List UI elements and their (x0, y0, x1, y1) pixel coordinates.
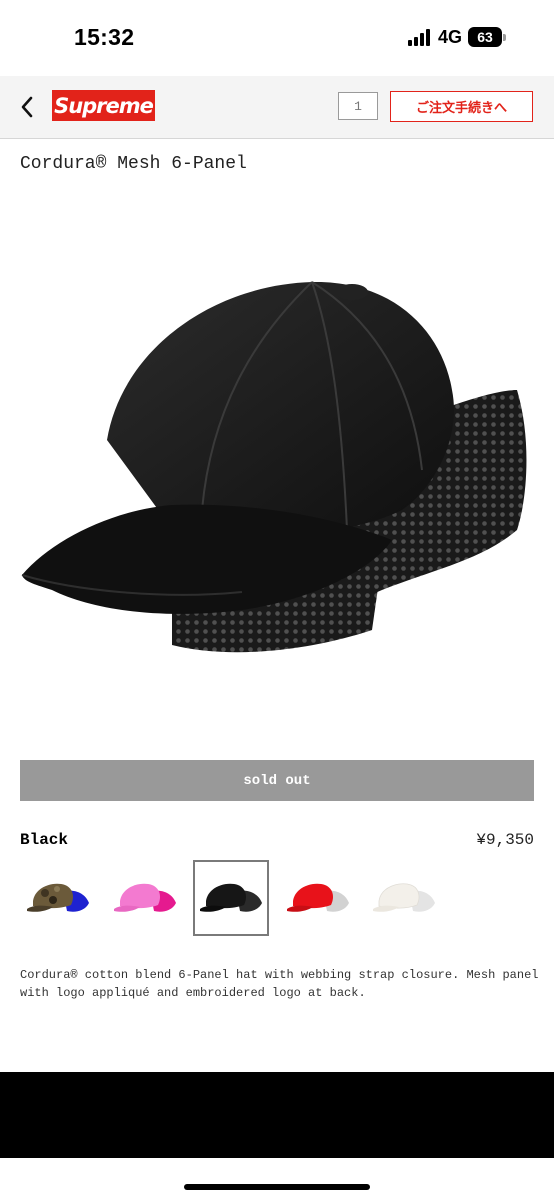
pink-cap-thumbnail (114, 883, 176, 912)
black-cap-thumbnail (200, 883, 262, 912)
price: ¥9,350 (476, 831, 534, 849)
status-time: 15:32 (74, 24, 135, 50)
bottom-bar (0, 1072, 554, 1158)
swatch-camo[interactable] (20, 860, 96, 936)
white-cap-thumbnail (373, 883, 435, 912)
red-cap-thumbnail (287, 883, 349, 912)
black-cap-image (21, 281, 527, 653)
battery-level: 63 (468, 27, 502, 47)
back-button[interactable] (14, 92, 40, 122)
battery-icon: 63 (468, 27, 506, 47)
site-header: Supreme 1 ご注文手続きへ (0, 76, 554, 139)
supreme-logo[interactable]: Supreme (52, 90, 155, 121)
sold-out-button[interactable]: sold out (20, 760, 534, 801)
swatch-pink[interactable] (107, 860, 183, 936)
color-swatches (20, 860, 534, 936)
signal-icon (407, 28, 430, 46)
checkout-button[interactable]: ご注文手続きへ (390, 91, 533, 122)
product-image (12, 240, 542, 680)
cart-count[interactable]: 1 (338, 92, 378, 120)
network-label: 4G (437, 26, 462, 47)
product-description: Cordura® cotton blend 6-Panel hat with w… (20, 968, 539, 1000)
swatch-red[interactable] (280, 860, 356, 936)
status-indicators: 4G 63 (407, 26, 506, 48)
logo-text: Supreme (54, 93, 154, 118)
home-indicator[interactable] (184, 1184, 370, 1190)
selected-color-name: Black (20, 831, 69, 849)
swatch-black[interactable] (193, 860, 269, 936)
camo-cap-thumbnail (27, 883, 89, 912)
product-title: Cordura® Mesh 6-Panel (20, 154, 247, 174)
status-bar: 15:32 4G 63 (0, 0, 554, 76)
swatch-white[interactable] (366, 860, 442, 936)
chevron-left-icon (21, 96, 33, 118)
